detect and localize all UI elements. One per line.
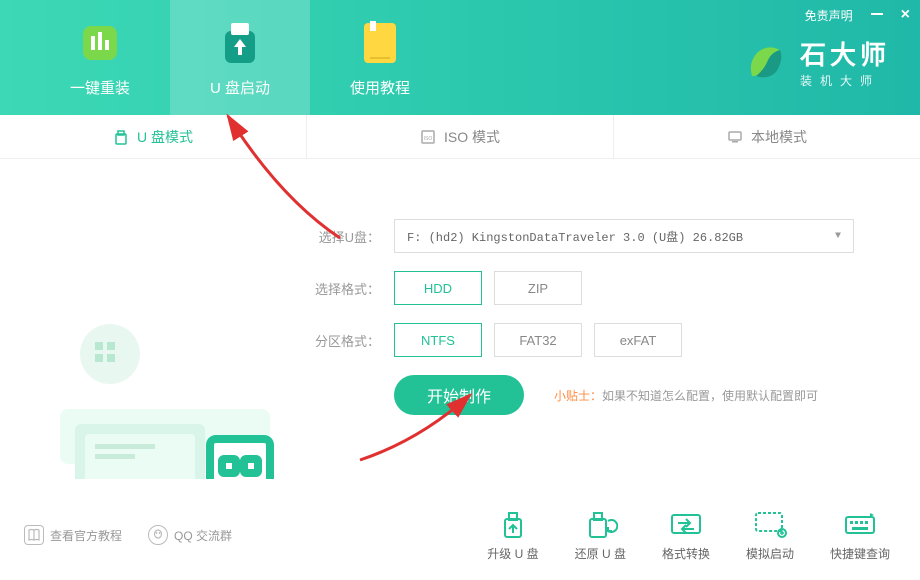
tool-shortcut-query[interactable]: 快捷键查询 — [830, 509, 890, 562]
chevron-down-icon: ▼ — [835, 231, 841, 242]
start-button[interactable]: 开始制作 — [394, 375, 524, 415]
mode-tab-usb[interactable]: U 盘模式 — [0, 115, 307, 158]
drive-dropdown-value: F: (hd2) KingstonDataTraveler 3.0 (U盘) 2… — [407, 228, 743, 245]
tool-upgrade-usb[interactable]: 升级 U 盘 — [487, 509, 538, 562]
reinstall-icon — [78, 17, 123, 69]
mode-tabs: U 盘模式 ISO ISO 模式 本地模式 — [0, 115, 920, 159]
brand: 石大师 装机大师 — [742, 35, 890, 89]
footer-tools: 升级 U 盘 还原 U 盘 格式转换 模拟启动 快捷键查询 — [487, 509, 890, 562]
drive-dropdown[interactable]: F: (hd2) KingstonDataTraveler 3.0 (U盘) 2… — [394, 219, 854, 253]
nav-tab-tutorial[interactable]: 使用教程 — [310, 0, 450, 115]
row-select-format: 选择格式： HDD ZIP — [310, 271, 880, 305]
app-header: 免责声明 × 一键重装 U 盘启动 使用教程 石大师 装机大师 — [0, 0, 920, 115]
footer: 查看官方教程 QQ 交流群 升级 U 盘 还原 U 盘 格式转换 模拟启动 — [0, 490, 920, 580]
simulate-boot-icon — [752, 509, 788, 539]
minimize-icon — [871, 13, 883, 15]
mode-tab-label: ISO 模式 — [444, 127, 500, 147]
usb-mode-icon — [113, 129, 129, 145]
nav-label: 使用教程 — [350, 77, 410, 98]
partition-option-ntfs[interactable]: NTFS — [394, 323, 482, 357]
brand-subtitle: 装机大师 — [800, 72, 890, 89]
mode-tab-iso[interactable]: ISO ISO 模式 — [307, 115, 614, 158]
iso-mode-icon: ISO — [420, 129, 436, 145]
label-select-format: 选择格式： — [310, 279, 380, 298]
shortcut-query-icon — [842, 509, 878, 539]
tutorial-icon — [358, 17, 403, 69]
tip-text: 小贴士：如果不知道怎么配置，使用默认配置即可 — [554, 387, 818, 404]
tool-label: 升级 U 盘 — [487, 545, 538, 562]
tool-simulate-boot[interactable]: 模拟启动 — [746, 509, 794, 562]
action-row: 开始制作 小贴士：如果不知道怎么配置，使用默认配置即可 — [310, 375, 880, 415]
mode-tab-label: 本地模式 — [751, 127, 807, 147]
footer-link-label: 查看官方教程 — [50, 527, 122, 544]
tip-body: 如果不知道怎么配置，使用默认配置即可 — [602, 389, 818, 403]
usb-illustration — [0, 159, 300, 479]
book-icon — [24, 525, 44, 545]
footer-link-qq[interactable]: QQ 交流群 — [148, 525, 232, 545]
footer-link-label: QQ 交流群 — [174, 527, 232, 544]
nav-label: U 盘启动 — [210, 77, 270, 98]
mode-tab-label: U 盘模式 — [137, 127, 193, 147]
local-mode-icon — [727, 129, 743, 145]
nav-label: 一键重装 — [70, 77, 130, 98]
minimize-button[interactable] — [871, 8, 883, 22]
tool-label: 快捷键查询 — [830, 545, 890, 562]
brand-logo-icon — [742, 38, 790, 86]
partition-option-exfat[interactable]: exFAT — [594, 323, 682, 357]
main-nav: 一键重装 U 盘启动 使用教程 — [0, 0, 450, 115]
row-select-drive: 选择U盘： F: (hd2) KingstonDataTraveler 3.0 … — [310, 219, 880, 253]
brand-title: 石大师 — [800, 35, 890, 72]
nav-tab-usb-boot[interactable]: U 盘启动 — [170, 0, 310, 115]
footer-link-tutorial[interactable]: 查看官方教程 — [24, 525, 122, 545]
tool-label: 还原 U 盘 — [575, 545, 626, 562]
row-partition: 分区格式： NTFS FAT32 exFAT — [310, 323, 880, 357]
format-option-hdd[interactable]: HDD — [394, 271, 482, 305]
footer-links: 查看官方教程 QQ 交流群 — [0, 525, 232, 545]
partition-option-fat32[interactable]: FAT32 — [494, 323, 582, 357]
mode-tab-local[interactable]: 本地模式 — [614, 115, 920, 158]
close-button[interactable]: × — [901, 6, 910, 24]
tool-label: 模拟启动 — [746, 545, 794, 562]
format-convert-icon — [668, 509, 704, 539]
upgrade-usb-icon — [495, 509, 531, 539]
tool-label: 格式转换 — [662, 545, 710, 562]
format-option-zip[interactable]: ZIP — [494, 271, 582, 305]
usb-boot-icon — [218, 17, 263, 69]
main-content: 选择U盘： F: (hd2) KingstonDataTraveler 3.0 … — [0, 159, 920, 479]
disclaimer-link[interactable]: 免责声明 — [805, 7, 853, 24]
tool-format-convert[interactable]: 格式转换 — [662, 509, 710, 562]
svg-text:ISO: ISO — [424, 136, 433, 142]
tool-restore-usb[interactable]: 还原 U 盘 — [575, 509, 626, 562]
label-select-drive: 选择U盘： — [310, 227, 380, 246]
qq-icon — [148, 525, 168, 545]
restore-usb-icon — [582, 509, 618, 539]
form-area: 选择U盘： F: (hd2) KingstonDataTraveler 3.0 … — [300, 159, 920, 479]
window-controls: 免责声明 × — [805, 6, 910, 24]
nav-tab-reinstall[interactable]: 一键重装 — [30, 0, 170, 115]
label-partition: 分区格式： — [310, 331, 380, 350]
tip-label: 小贴士： — [554, 389, 602, 403]
